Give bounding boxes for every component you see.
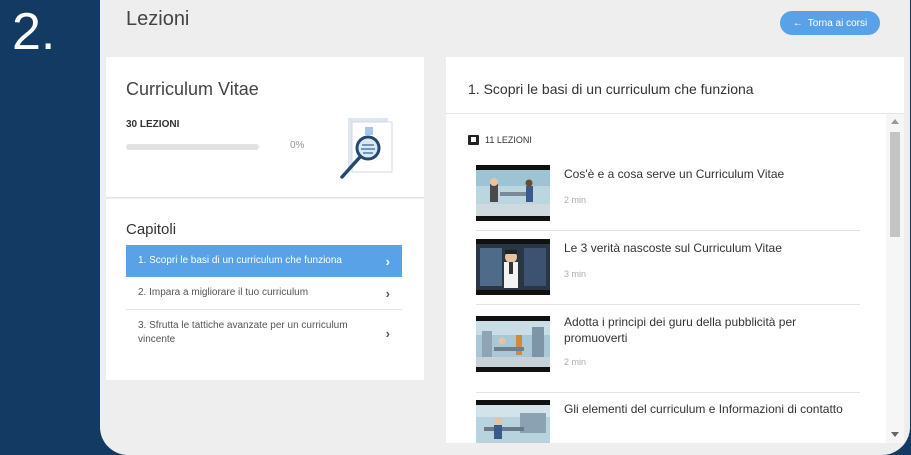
chapters-title: Capitoli: [126, 221, 177, 238]
lesson-item-4[interactable]: Gli elementi del curriculum e Informazio…: [476, 400, 860, 443]
chapter-item-2[interactable]: 2. Impara a migliorare il tuo curriculum…: [126, 277, 402, 310]
lesson-title: Gli elementi del curriculum e Informazio…: [564, 402, 843, 416]
course-title: Curriculum Vitae: [126, 79, 259, 99]
presenter-scene-thumbnail: [476, 244, 550, 290]
lesson-title: Adotta i principi dei guru della pubblic…: [564, 315, 797, 345]
lesson-thumbnail: [476, 165, 550, 221]
chapter-item-3[interactable]: 3. Sfrutta le tattiche avanzate per un c…: [126, 310, 402, 356]
scroll-up-arrow-icon[interactable]: [891, 119, 899, 124]
course-lessons-count: 30 LEZIONI: [126, 119, 180, 130]
lesson-thumbnail: [476, 400, 550, 443]
course-card: Curriculum Vitae 30 LEZIONI 0%: [106, 57, 424, 198]
cv-magnifier-illustration: [340, 118, 393, 179]
desk-scene-thumbnail: [476, 405, 550, 443]
step-number: 2.: [12, 3, 56, 61]
city-office-scene-thumbnail: [476, 321, 550, 367]
arrow-left-icon: ←: [792, 17, 803, 29]
lesson-item-1[interactable]: Cos'è e a cosa serve un Curriculum Vitae…: [476, 165, 860, 231]
lessons-scrollbar[interactable]: [886, 114, 904, 443]
lessons-panel: 1. Scopri le basi di un curriculum che f…: [446, 57, 904, 443]
lesson-thumbnail: [476, 239, 550, 295]
chapter-label: 3. Sfrutta le tattiche avanzate per un c…: [138, 320, 348, 345]
back-to-courses-button[interactable]: ← Torna ai corsi: [780, 11, 880, 35]
back-button-label: Torna ai corsi: [807, 17, 868, 29]
course-progress-percent: 0%: [290, 140, 305, 151]
lessons-panel-header: 1. Scopri le basi di un curriculum che f…: [446, 57, 904, 114]
video-list-icon: [468, 135, 479, 145]
lesson-duration: 2 min: [564, 357, 587, 367]
chapter-heading: 1. Scopri le basi di un curriculum che f…: [468, 81, 754, 97]
scrollbar-thumb[interactable]: [890, 132, 900, 237]
scroll-down-arrow-icon[interactable]: [891, 432, 899, 437]
chevron-right-icon: ›: [385, 253, 390, 269]
office-scene-thumbnail: [476, 170, 550, 216]
lesson-item-2[interactable]: Le 3 verità nascoste sul Curriculum Vita…: [476, 239, 860, 305]
lessons-count-row: 11 LEZIONI: [468, 135, 532, 145]
lessons-count: 11 LEZIONI: [485, 135, 532, 145]
chapter-label: 2. Impara a migliorare il tuo curriculum: [138, 287, 309, 298]
page-title: Lezioni: [126, 8, 190, 30]
lesson-title: Le 3 verità nascoste sul Curriculum Vita…: [564, 241, 782, 255]
lesson-duration: 2 min: [564, 195, 587, 205]
chevron-right-icon: ›: [385, 285, 390, 301]
course-progress-bar: [126, 144, 259, 150]
chapter-label: 1. Scopri le basi di un curriculum che f…: [138, 255, 342, 266]
lesson-item-3[interactable]: Adotta i principi dei guru della pubblic…: [476, 313, 860, 393]
lesson-title: Cos'è e a cosa serve un Curriculum Vitae: [564, 167, 785, 181]
chapters-card: Capitoli 1. Scopri le basi di un curricu…: [106, 199, 424, 380]
lesson-duration: 3 min: [564, 269, 587, 279]
chevron-right-icon: ›: [385, 325, 390, 341]
chapter-item-1[interactable]: 1. Scopri le basi di un curriculum che f…: [126, 245, 402, 277]
lessons-list: 11 LEZIONI Cos'è e a cosa serve un Curri…: [446, 114, 904, 443]
lesson-thumbnail: [476, 316, 550, 372]
app-frame: Lezioni ← Torna ai corsi Curriculum Vita…: [100, 0, 910, 455]
